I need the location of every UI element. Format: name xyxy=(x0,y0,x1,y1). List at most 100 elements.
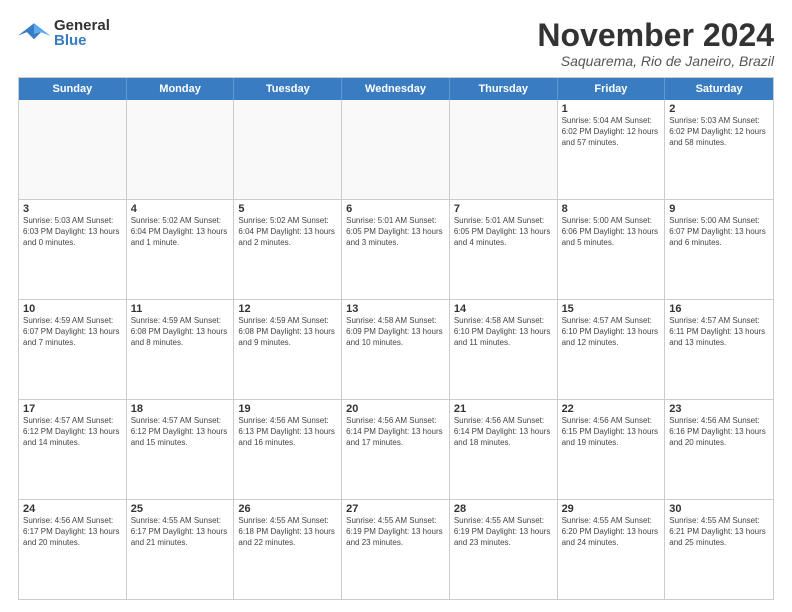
cell-date: 3 xyxy=(23,203,122,215)
cell-info: Sunrise: 4:57 AM Sunset: 6:12 PM Dayligh… xyxy=(23,416,122,448)
cell-info: Sunrise: 4:59 AM Sunset: 6:08 PM Dayligh… xyxy=(238,316,337,348)
cell-date: 13 xyxy=(346,303,445,315)
calendar-cell-r3c1: 18Sunrise: 4:57 AM Sunset: 6:12 PM Dayli… xyxy=(127,400,235,499)
calendar-cell-r3c6: 23Sunrise: 4:56 AM Sunset: 6:16 PM Dayli… xyxy=(665,400,773,499)
cell-date: 25 xyxy=(131,503,230,515)
calendar-cell-r3c4: 21Sunrise: 4:56 AM Sunset: 6:14 PM Dayli… xyxy=(450,400,558,499)
cell-info: Sunrise: 5:03 AM Sunset: 6:03 PM Dayligh… xyxy=(23,216,122,248)
cell-date: 20 xyxy=(346,403,445,415)
calendar-cell-r1c5: 8Sunrise: 5:00 AM Sunset: 6:06 PM Daylig… xyxy=(558,200,666,299)
cell-date: 15 xyxy=(562,303,661,315)
calendar-cell-r3c3: 20Sunrise: 4:56 AM Sunset: 6:14 PM Dayli… xyxy=(342,400,450,499)
cell-date: 4 xyxy=(131,203,230,215)
cell-info: Sunrise: 5:00 AM Sunset: 6:06 PM Dayligh… xyxy=(562,216,661,248)
calendar-cell-r0c3 xyxy=(342,100,450,199)
cell-date: 9 xyxy=(669,203,769,215)
month-title: November 2024 xyxy=(537,18,774,53)
cell-info: Sunrise: 5:03 AM Sunset: 6:02 PM Dayligh… xyxy=(669,116,769,148)
calendar-cell-r2c6: 16Sunrise: 4:57 AM Sunset: 6:11 PM Dayli… xyxy=(665,300,773,399)
location: Saquarema, Rio de Janeiro, Brazil xyxy=(537,53,774,69)
title-area: November 2024 Saquarema, Rio de Janeiro,… xyxy=(537,18,774,69)
calendar-row-1: 3Sunrise: 5:03 AM Sunset: 6:03 PM Daylig… xyxy=(19,200,773,300)
calendar-header: Sunday Monday Tuesday Wednesday Thursday… xyxy=(19,78,773,100)
cell-info: Sunrise: 4:55 AM Sunset: 6:19 PM Dayligh… xyxy=(346,516,445,548)
cell-date: 10 xyxy=(23,303,122,315)
calendar-cell-r2c3: 13Sunrise: 4:58 AM Sunset: 6:09 PM Dayli… xyxy=(342,300,450,399)
cell-date: 19 xyxy=(238,403,337,415)
calendar-cell-r1c0: 3Sunrise: 5:03 AM Sunset: 6:03 PM Daylig… xyxy=(19,200,127,299)
cell-date: 29 xyxy=(562,503,661,515)
calendar-cell-r2c4: 14Sunrise: 4:58 AM Sunset: 6:10 PM Dayli… xyxy=(450,300,558,399)
day-sunday: Sunday xyxy=(19,78,127,100)
calendar: Sunday Monday Tuesday Wednesday Thursday… xyxy=(18,77,774,600)
page: General Blue November 2024 Saquarema, Ri… xyxy=(0,0,792,612)
logo: General Blue xyxy=(18,18,110,48)
calendar-cell-r0c4 xyxy=(450,100,558,199)
calendar-cell-r4c0: 24Sunrise: 4:56 AM Sunset: 6:17 PM Dayli… xyxy=(19,500,127,599)
day-saturday: Saturday xyxy=(665,78,773,100)
day-friday: Friday xyxy=(558,78,666,100)
cell-info: Sunrise: 4:56 AM Sunset: 6:17 PM Dayligh… xyxy=(23,516,122,548)
cell-date: 26 xyxy=(238,503,337,515)
cell-info: Sunrise: 4:56 AM Sunset: 6:14 PM Dayligh… xyxy=(346,416,445,448)
cell-info: Sunrise: 4:55 AM Sunset: 6:17 PM Dayligh… xyxy=(131,516,230,548)
calendar-row-2: 10Sunrise: 4:59 AM Sunset: 6:07 PM Dayli… xyxy=(19,300,773,400)
calendar-row-4: 24Sunrise: 4:56 AM Sunset: 6:17 PM Dayli… xyxy=(19,500,773,599)
cell-info: Sunrise: 4:56 AM Sunset: 6:15 PM Dayligh… xyxy=(562,416,661,448)
calendar-cell-r2c5: 15Sunrise: 4:57 AM Sunset: 6:10 PM Dayli… xyxy=(558,300,666,399)
cell-info: Sunrise: 5:01 AM Sunset: 6:05 PM Dayligh… xyxy=(454,216,553,248)
cell-info: Sunrise: 4:59 AM Sunset: 6:08 PM Dayligh… xyxy=(131,316,230,348)
cell-info: Sunrise: 5:04 AM Sunset: 6:02 PM Dayligh… xyxy=(562,116,661,148)
day-tuesday: Tuesday xyxy=(234,78,342,100)
cell-info: Sunrise: 4:58 AM Sunset: 6:09 PM Dayligh… xyxy=(346,316,445,348)
logo-blue-text: Blue xyxy=(54,33,110,48)
calendar-cell-r4c2: 26Sunrise: 4:55 AM Sunset: 6:18 PM Dayli… xyxy=(234,500,342,599)
cell-date: 8 xyxy=(562,203,661,215)
cell-date: 1 xyxy=(562,103,661,115)
cell-date: 2 xyxy=(669,103,769,115)
cell-date: 18 xyxy=(131,403,230,415)
calendar-cell-r4c3: 27Sunrise: 4:55 AM Sunset: 6:19 PM Dayli… xyxy=(342,500,450,599)
cell-info: Sunrise: 4:57 AM Sunset: 6:10 PM Dayligh… xyxy=(562,316,661,348)
cell-date: 16 xyxy=(669,303,769,315)
cell-info: Sunrise: 4:56 AM Sunset: 6:13 PM Dayligh… xyxy=(238,416,337,448)
calendar-cell-r1c3: 6Sunrise: 5:01 AM Sunset: 6:05 PM Daylig… xyxy=(342,200,450,299)
calendar-cell-r3c0: 17Sunrise: 4:57 AM Sunset: 6:12 PM Dayli… xyxy=(19,400,127,499)
cell-date: 23 xyxy=(669,403,769,415)
cell-date: 7 xyxy=(454,203,553,215)
cell-date: 28 xyxy=(454,503,553,515)
calendar-cell-r0c6: 2Sunrise: 5:03 AM Sunset: 6:02 PM Daylig… xyxy=(665,100,773,199)
cell-info: Sunrise: 4:56 AM Sunset: 6:14 PM Dayligh… xyxy=(454,416,553,448)
day-wednesday: Wednesday xyxy=(342,78,450,100)
cell-date: 12 xyxy=(238,303,337,315)
cell-date: 21 xyxy=(454,403,553,415)
day-monday: Monday xyxy=(127,78,235,100)
calendar-cell-r1c1: 4Sunrise: 5:02 AM Sunset: 6:04 PM Daylig… xyxy=(127,200,235,299)
header: General Blue November 2024 Saquarema, Ri… xyxy=(18,18,774,69)
cell-info: Sunrise: 5:02 AM Sunset: 6:04 PM Dayligh… xyxy=(131,216,230,248)
day-thursday: Thursday xyxy=(450,78,558,100)
calendar-cell-r1c4: 7Sunrise: 5:01 AM Sunset: 6:05 PM Daylig… xyxy=(450,200,558,299)
cell-info: Sunrise: 4:58 AM Sunset: 6:10 PM Dayligh… xyxy=(454,316,553,348)
calendar-row-0: 1Sunrise: 5:04 AM Sunset: 6:02 PM Daylig… xyxy=(19,100,773,200)
logo-label: General Blue xyxy=(54,18,110,48)
calendar-cell-r0c1 xyxy=(127,100,235,199)
cell-info: Sunrise: 4:57 AM Sunset: 6:11 PM Dayligh… xyxy=(669,316,769,348)
cell-info: Sunrise: 4:55 AM Sunset: 6:18 PM Dayligh… xyxy=(238,516,337,548)
calendar-cell-r3c5: 22Sunrise: 4:56 AM Sunset: 6:15 PM Dayli… xyxy=(558,400,666,499)
calendar-cell-r1c6: 9Sunrise: 5:00 AM Sunset: 6:07 PM Daylig… xyxy=(665,200,773,299)
cell-date: 27 xyxy=(346,503,445,515)
cell-info: Sunrise: 5:00 AM Sunset: 6:07 PM Dayligh… xyxy=(669,216,769,248)
cell-date: 30 xyxy=(669,503,769,515)
calendar-cell-r2c2: 12Sunrise: 4:59 AM Sunset: 6:08 PM Dayli… xyxy=(234,300,342,399)
cell-info: Sunrise: 5:02 AM Sunset: 6:04 PM Dayligh… xyxy=(238,216,337,248)
calendar-body: 1Sunrise: 5:04 AM Sunset: 6:02 PM Daylig… xyxy=(19,100,773,599)
calendar-cell-r0c0 xyxy=(19,100,127,199)
cell-date: 11 xyxy=(131,303,230,315)
calendar-row-3: 17Sunrise: 4:57 AM Sunset: 6:12 PM Dayli… xyxy=(19,400,773,500)
cell-info: Sunrise: 5:01 AM Sunset: 6:05 PM Dayligh… xyxy=(346,216,445,248)
cell-date: 24 xyxy=(23,503,122,515)
cell-date: 5 xyxy=(238,203,337,215)
cell-info: Sunrise: 4:59 AM Sunset: 6:07 PM Dayligh… xyxy=(23,316,122,348)
cell-info: Sunrise: 4:55 AM Sunset: 6:21 PM Dayligh… xyxy=(669,516,769,548)
